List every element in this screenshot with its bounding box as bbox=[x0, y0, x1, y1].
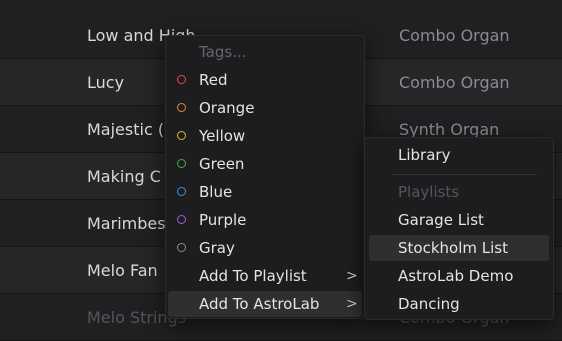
add-to-playlist-item[interactable]: Add To Playlist > bbox=[168, 263, 362, 289]
tag-label: Blue bbox=[199, 183, 233, 201]
tag-label: Gray bbox=[199, 239, 235, 257]
submenu-item-playlist[interactable]: Dancing bbox=[369, 291, 549, 317]
preset-name: Lucy bbox=[87, 73, 125, 92]
preset-name: Melo Fan bbox=[87, 261, 158, 280]
tag-item-blue[interactable]: Blue bbox=[168, 179, 362, 205]
tag-item-green[interactable]: Green bbox=[168, 151, 362, 177]
tags-header: Tags... bbox=[168, 39, 362, 65]
add-to-playlist-label: Add To Playlist bbox=[199, 267, 307, 285]
playlist-label: AstroLab Demo bbox=[398, 267, 514, 285]
tag-color-dot-icon bbox=[177, 75, 186, 84]
submenu-item-playlist[interactable]: AstroLab Demo bbox=[369, 263, 549, 289]
tag-label: Green bbox=[199, 155, 245, 173]
tag-item-purple[interactable]: Purple bbox=[168, 207, 362, 233]
context-menu: Tags... Red Orange Yellow Green Blue Pur… bbox=[165, 35, 365, 319]
submenu-item-playlist[interactable]: Garage List bbox=[369, 207, 549, 233]
preset-category: Combo Organ bbox=[399, 73, 510, 92]
preset-name: Majestic ( bbox=[87, 120, 165, 139]
tag-color-dot-icon bbox=[177, 243, 186, 252]
astrolab-submenu: Library Playlists Garage List Stockholm … bbox=[364, 137, 554, 320]
tag-item-yellow[interactable]: Yellow bbox=[168, 123, 362, 149]
tag-item-red[interactable]: Red bbox=[168, 67, 362, 93]
submenu-divider bbox=[393, 174, 537, 175]
tag-item-gray[interactable]: Gray bbox=[168, 235, 362, 261]
playlists-header: Playlists bbox=[369, 179, 549, 205]
playlist-label: Garage List bbox=[398, 211, 484, 229]
tags-header-label: Tags... bbox=[199, 43, 247, 61]
library-label: Library bbox=[398, 146, 451, 164]
add-to-astrolab-label: Add To AstroLab bbox=[199, 295, 320, 313]
playlist-label: Dancing bbox=[398, 295, 460, 313]
preset-category: Combo Organ bbox=[399, 26, 510, 45]
tag-color-dot-icon bbox=[177, 159, 186, 168]
playlists-header-label: Playlists bbox=[398, 183, 460, 201]
tag-label: Purple bbox=[199, 211, 247, 229]
tag-color-dot-icon bbox=[177, 103, 186, 112]
tag-color-dot-icon bbox=[177, 187, 186, 196]
submenu-item-library[interactable]: Library bbox=[369, 142, 549, 168]
chevron-right-icon: > bbox=[346, 268, 358, 284]
add-to-astrolab-item[interactable]: Add To AstroLab > bbox=[168, 291, 362, 317]
tag-label: Orange bbox=[199, 99, 255, 117]
preset-name: Marimbes bbox=[87, 214, 166, 233]
submenu-item-playlist[interactable]: Stockholm List bbox=[369, 235, 549, 261]
tag-label: Yellow bbox=[199, 127, 246, 145]
preset-name: Making C bbox=[87, 167, 161, 186]
tag-item-orange[interactable]: Orange bbox=[168, 95, 362, 121]
tag-label: Red bbox=[199, 71, 228, 89]
tag-color-dot-icon bbox=[177, 131, 186, 140]
tag-color-dot-icon bbox=[177, 215, 186, 224]
chevron-right-icon: > bbox=[346, 296, 358, 312]
playlist-label: Stockholm List bbox=[398, 239, 508, 257]
